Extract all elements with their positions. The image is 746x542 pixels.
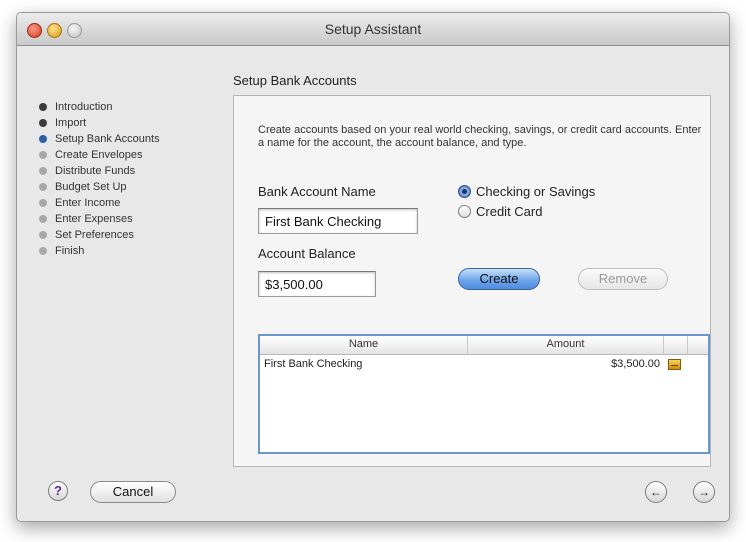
back-button[interactable]: ← <box>645 481 667 503</box>
step-label: Enter Expenses <box>55 213 133 225</box>
title-bar[interactable]: Setup Assistant <box>17 13 729 46</box>
forward-button[interactable]: → <box>693 481 715 503</box>
step-list: Introduction Import Setup Bank Accounts … <box>39 99 160 259</box>
content-panel: Create accounts based on your real world… <box>233 95 711 467</box>
radio-credit-card[interactable]: Credit Card <box>458 204 542 219</box>
step-item: Finish <box>39 243 160 259</box>
step-item: Create Envelopes <box>39 147 160 163</box>
cancel-button[interactable]: Cancel <box>90 481 176 503</box>
step-item: Introduction <box>39 99 160 115</box>
step-pending-icon <box>39 231 47 239</box>
create-button[interactable]: Create <box>458 268 540 290</box>
cell-account-amount: $3,500.00 <box>611 358 660 370</box>
step-done-icon <box>39 103 47 111</box>
section-title: Setup Bank Accounts <box>233 73 357 88</box>
table-header: Name Amount <box>260 336 708 355</box>
step-item: Set Preferences <box>39 227 160 243</box>
step-pending-icon <box>39 151 47 159</box>
step-label: Import <box>55 117 87 129</box>
step-label: Set Preferences <box>55 229 134 241</box>
step-pending-icon <box>39 199 47 207</box>
step-label: Create Envelopes <box>55 149 143 161</box>
radio-selected-icon <box>458 185 471 198</box>
step-item: Import <box>39 115 160 131</box>
step-item: Enter Income <box>39 195 160 211</box>
step-pending-icon <box>39 167 47 175</box>
section-description: Create accounts based on your real world… <box>258 124 702 149</box>
column-header-amount[interactable]: Amount <box>468 336 664 354</box>
radio-checking-savings[interactable]: Checking or Savings <box>458 184 595 199</box>
step-item: Setup Bank Accounts <box>39 131 160 147</box>
remove-button[interactable]: Remove <box>578 268 668 290</box>
table-row[interactable]: First Bank Checking $3,500.00 <box>260 356 708 372</box>
help-button[interactable]: ? <box>48 481 68 501</box>
step-done-icon <box>39 119 47 127</box>
step-label: Distribute Funds <box>55 165 136 177</box>
step-item: Distribute Funds <box>39 163 160 179</box>
column-header-name[interactable]: Name <box>260 336 468 354</box>
radio-label: Checking or Savings <box>476 184 596 199</box>
step-current-icon <box>39 135 47 143</box>
cell-account-name: First Bank Checking <box>264 358 363 370</box>
step-pending-icon <box>39 183 47 191</box>
envelope-icon <box>668 359 681 370</box>
setup-assistant-window: Setup Assistant Introduction Import Setu… <box>16 12 730 522</box>
radio-unselected-icon <box>458 205 471 218</box>
step-item: Budget Set Up <box>39 179 160 195</box>
step-pending-icon <box>39 215 47 223</box>
radio-label: Credit Card <box>476 204 543 219</box>
step-label: Finish <box>55 245 85 257</box>
step-label: Introduction <box>55 101 113 113</box>
step-label: Setup Bank Accounts <box>55 133 160 145</box>
step-label: Enter Income <box>55 197 121 209</box>
accounts-table[interactable]: Name Amount First Bank Checking $3,500.0… <box>258 334 710 454</box>
step-item: Enter Expenses <box>39 211 160 227</box>
account-balance-label: Account Balance <box>258 246 356 261</box>
window-title: Setup Assistant <box>324 21 422 37</box>
account-name-label: Bank Account Name <box>258 184 376 199</box>
account-balance-input[interactable] <box>258 271 376 297</box>
forward-arrow-icon: → <box>698 485 710 499</box>
account-name-input[interactable] <box>258 208 418 234</box>
step-pending-icon <box>39 247 47 255</box>
back-arrow-icon: ← <box>650 485 662 499</box>
step-label: Budget Set Up <box>55 181 127 193</box>
column-header-icon <box>664 336 688 354</box>
